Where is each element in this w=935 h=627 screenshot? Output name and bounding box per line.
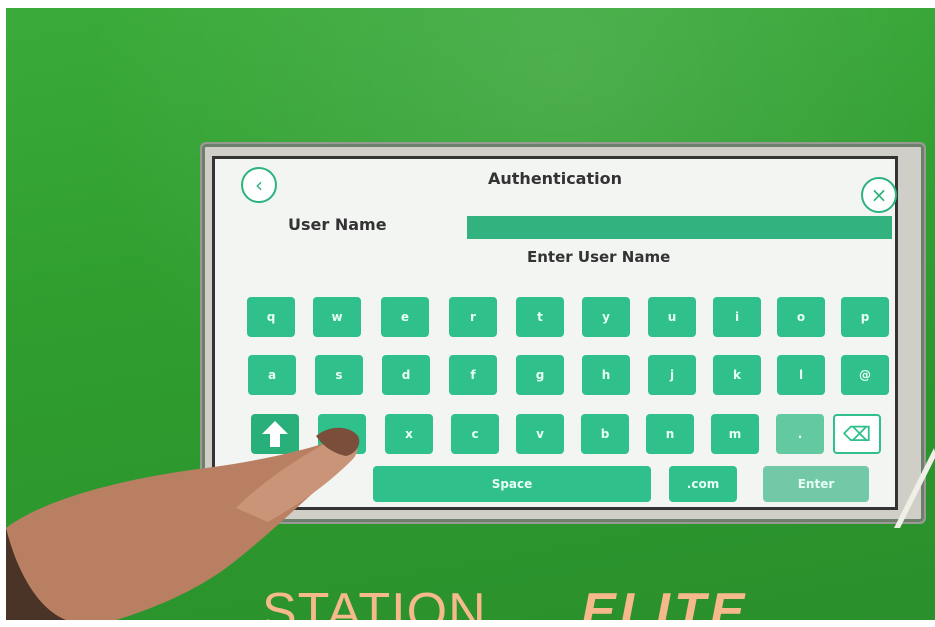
finger-image <box>6 427 360 620</box>
brand-station: STATION <box>262 583 487 620</box>
brand-elite: ELITE <box>581 583 749 620</box>
device-photo: ‹ Authentication × User Name Enter User … <box>6 8 935 620</box>
